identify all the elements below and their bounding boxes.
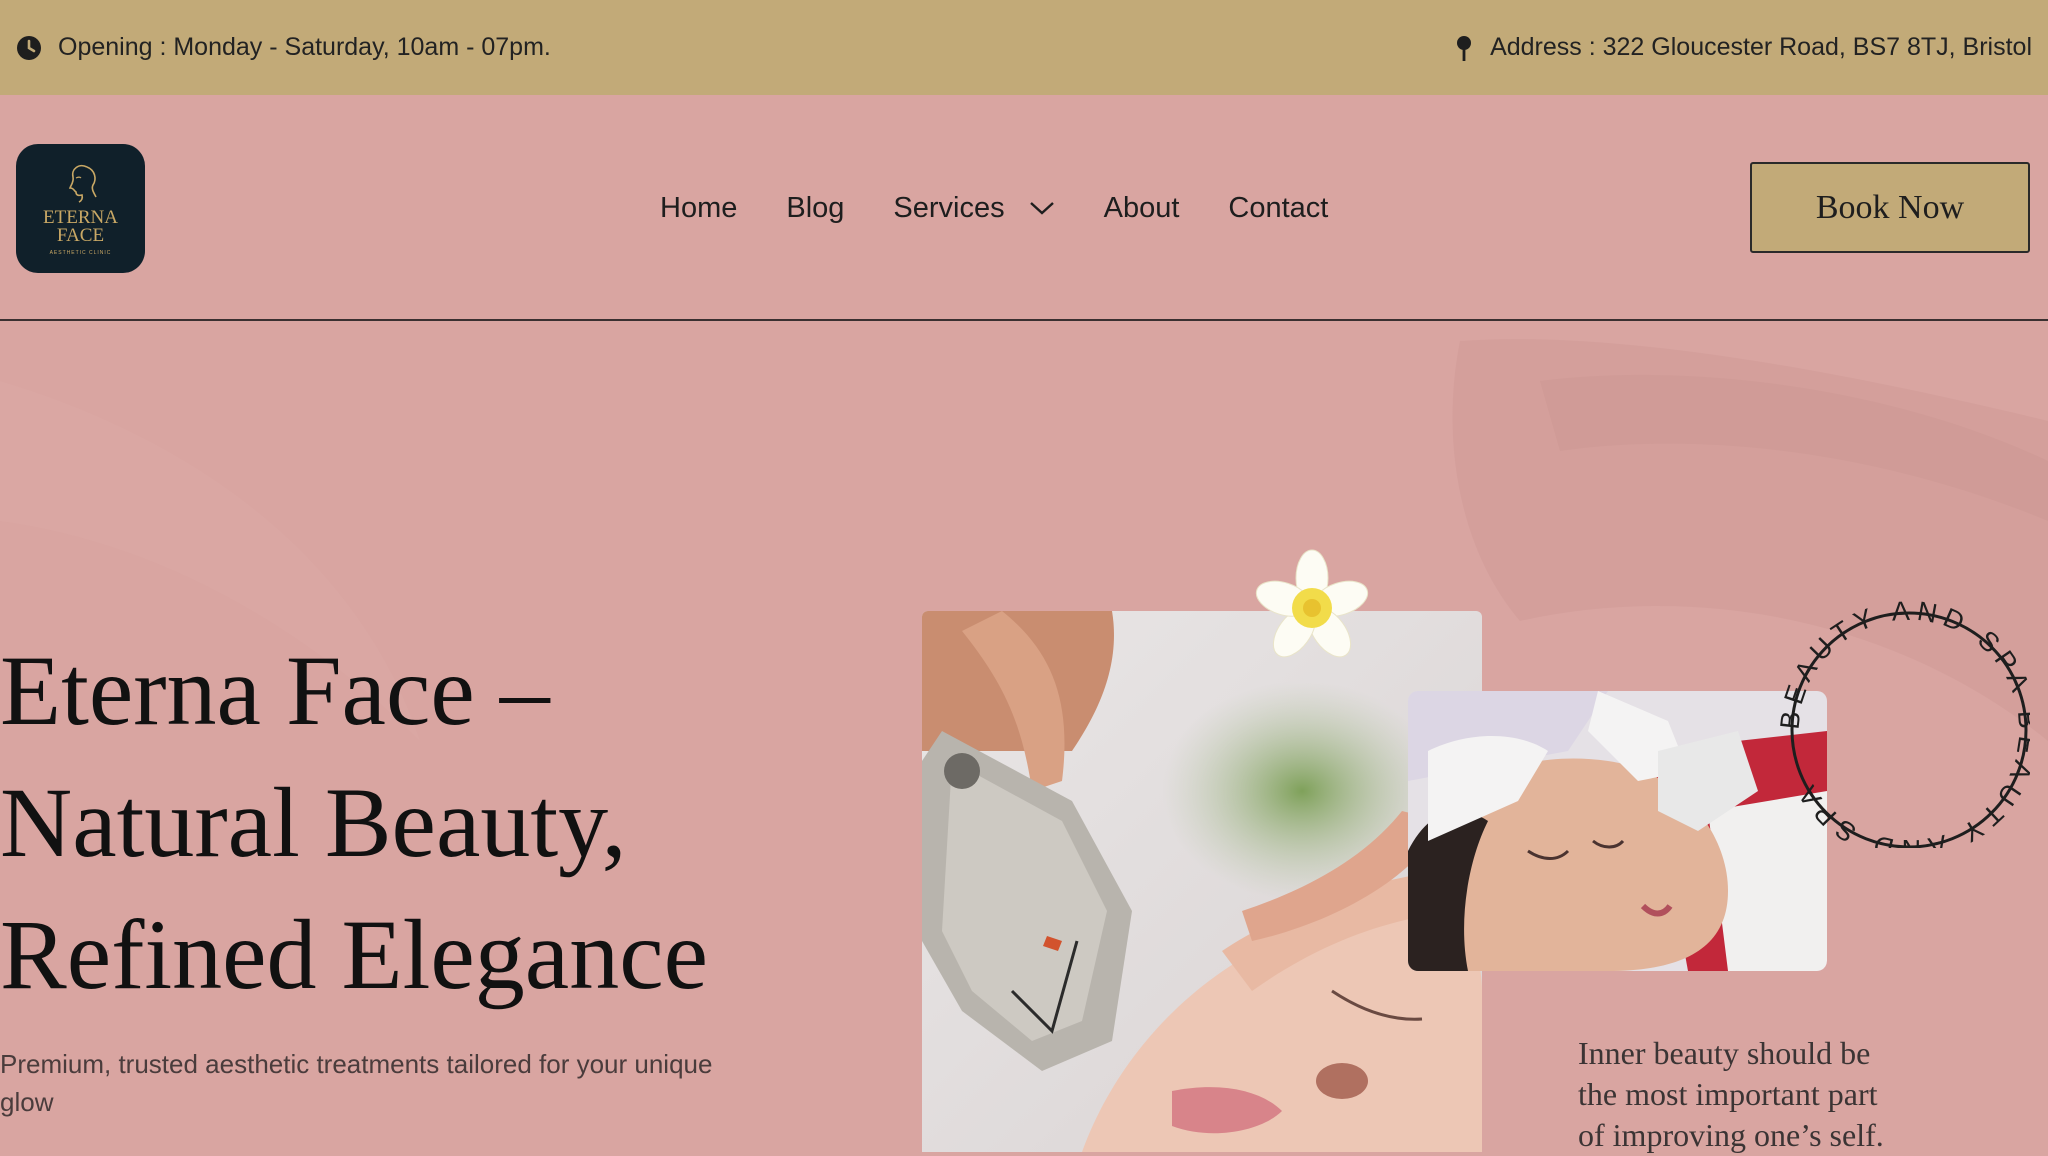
hero-headline: Eterna Face – Natural Beauty, Refined El… [0, 635, 708, 1010]
chevron-down-icon [1029, 202, 1054, 215]
brand-logo[interactable]: ETERNA FACE AESTHETIC CLINIC [16, 144, 145, 273]
beauty-and-spa-circular-badge: BEAUTY AND SPA BEAUTY AND SPA [1774, 596, 2030, 848]
nav-about[interactable]: About [1104, 192, 1180, 225]
nav-contact[interactable]: Contact [1228, 192, 1328, 225]
nav-services[interactable]: Services [893, 192, 1054, 225]
opening-hours-text: Opening : Monday - Saturday, 10am - 07pm… [58, 33, 551, 61]
badge-text: BEAUTY AND SPA BEAUTY AND SPA [1774, 596, 2030, 848]
top-info-bar: Opening : Monday - Saturday, 10am - 07pm… [0, 0, 2048, 95]
treatment-photo-main [922, 611, 1482, 1152]
hero-subtext: Premium, trusted aesthetic treatments ta… [0, 1049, 713, 1117]
opening-hours: Opening : Monday - Saturday, 10am - 07pm… [16, 33, 551, 62]
svg-text:BEAUTY AND SPA BEAUTY AND SPA: BEAUTY AND SPA BEAUTY AND SPA [1774, 596, 2030, 848]
main-nav: Home Blog Services About Contact [660, 95, 1328, 321]
nav-home[interactable]: Home [660, 192, 737, 225]
map-pin-icon [1454, 34, 1474, 62]
book-now-button[interactable]: Book Now [1750, 162, 2030, 253]
nav-services-label: Services [893, 191, 1005, 224]
nav-blog[interactable]: Blog [786, 192, 844, 225]
logo-tagline: AESTHETIC CLINIC [49, 250, 112, 256]
plumeria-flower-icon [1255, 549, 1369, 658]
logo-name-line2: FACE [56, 225, 105, 246]
face-outline-icon [68, 164, 97, 203]
address: Address : 322 Gloucester Road, BS7 8TJ, … [1454, 33, 2032, 62]
clock-icon [16, 35, 42, 61]
address-text: Address : 322 Gloucester Road, BS7 8TJ, … [1490, 33, 2032, 61]
logo-name: ETERNA FACE [43, 208, 118, 246]
hero-quote: Inner beauty should be the most importan… [1578, 1035, 1884, 1153]
